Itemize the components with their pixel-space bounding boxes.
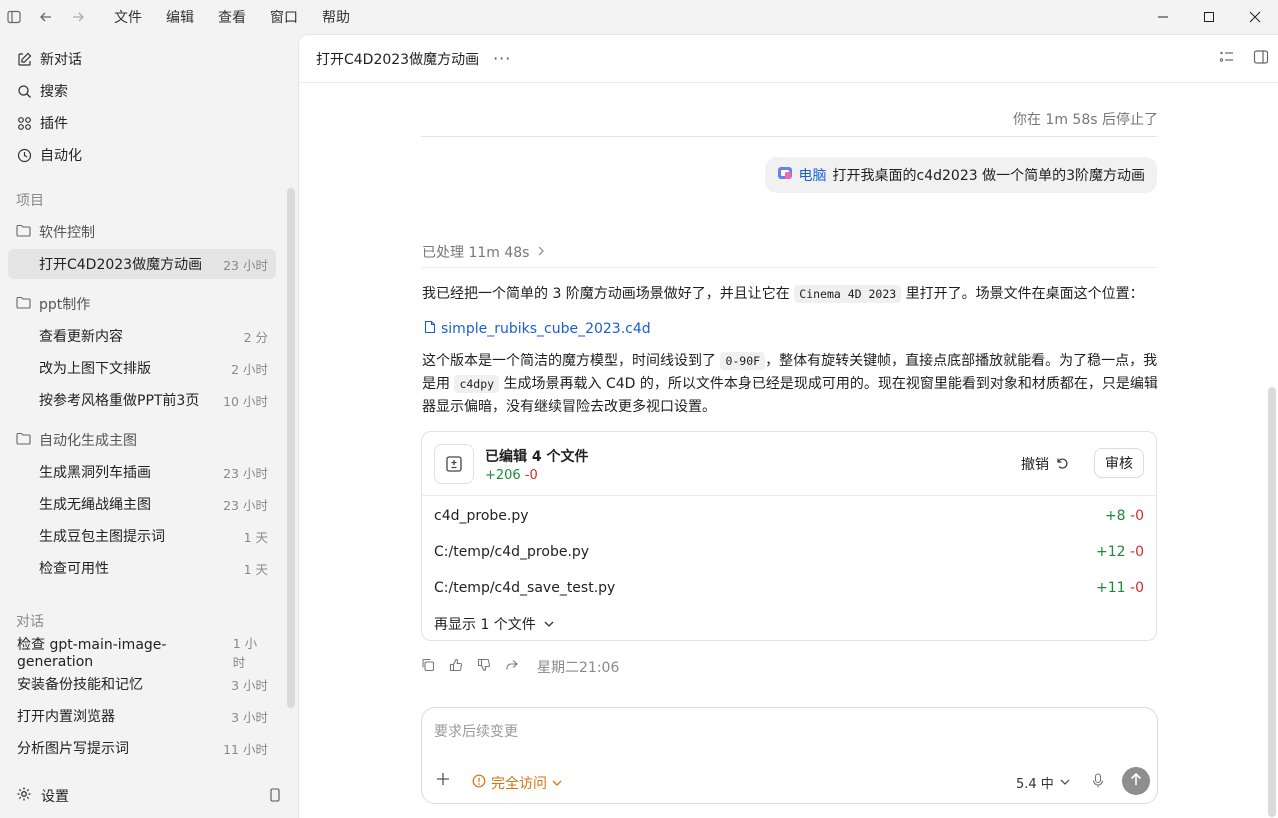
menu-file[interactable]: 文件 [102,7,154,27]
menu-bar: 文件 编辑 查看 窗口 帮助 [102,7,362,27]
sidebar-item-check-updates[interactable]: 查看更新内容 2 分 [8,321,276,351]
edited-files-stats: +206 -0 [485,468,538,483]
plugins-icon [16,115,32,131]
inline-code: 0-90F [720,352,766,370]
folder-icon [16,224,31,241]
undo-icon [1055,456,1068,473]
title-bar: 文件 编辑 查看 窗口 帮助 [0,0,1278,34]
sidebar-item-redo-ppt[interactable]: 按参考风格重做PPT前3页 10 小时 [8,385,276,415]
user-message-bubble: 电脑 打开我桌面的c4d2023 做一个简单的3阶魔方动画 [764,157,1157,193]
assistant-paragraph-1: 我已经把一个简单的 3 阶魔方动画场景做好了，并且让它在 Cinema 4D 2… [422,285,1144,303]
conversation-item[interactable]: 打开内置浏览器 3 小时 [8,701,276,731]
arrow-up-icon [1130,772,1142,790]
diff-icon [434,444,474,484]
file-link[interactable]: simple_rubiks_cube_2023.c4d [424,320,651,338]
file-icon [424,320,436,338]
forward-arrow-icon[interactable] [66,5,90,29]
maximize-button[interactable] [1186,0,1232,34]
search-button[interactable]: 搜索 [16,79,68,103]
projects-section-label: 项目 [16,193,44,209]
microphone-icon[interactable] [1092,773,1104,792]
menu-window[interactable]: 窗口 [258,7,310,27]
composer-input[interactable]: 要求后续变更 [434,721,518,741]
copy-icon[interactable] [421,658,435,676]
review-button[interactable]: 审核 [1094,448,1144,478]
main-scrollbar[interactable] [1268,387,1276,817]
divider [421,136,1157,137]
chevron-down-icon [1060,775,1070,790]
new-chat-button[interactable]: 新对话 [16,47,82,71]
clock-icon [16,147,32,163]
access-mode-dropdown[interactable]: 完全访问 [472,773,562,793]
share-icon[interactable] [505,658,519,676]
message-actions: 星期二21:06 [421,657,619,677]
menu-view[interactable]: 查看 [206,7,258,27]
main-panel: 打开C4D2023做魔方动画 ··· 你在 1m 58s 后停止了 电脑 打开我… [298,34,1278,818]
inline-code: c4dpy [454,375,500,393]
send-button[interactable] [1122,767,1150,795]
divider [421,267,1157,268]
message-composer: 要求后续变更 完全访问 5.4 中 [421,707,1158,804]
conversation-item[interactable]: 安装备份技能和记忆 3 小时 [8,669,276,699]
conversation-header: 打开C4D2023做魔方动画 ··· [299,35,1278,83]
assistant-paragraph-2: 这个版本是一个简洁的魔方模型，时间线设到了 0-90F ，整体有旋转关键帧，直接点… [422,352,1158,415]
conversation-item[interactable]: 分析图片写提示词 11 小时 [8,733,276,763]
sidebar: 新对话 搜索 插件 自动化 项目 软件控制 打开C4D2023做魔方动画 23 … [0,34,298,818]
edited-file-row[interactable]: C:/temp/c4d_save_test.py +11 -0 [434,580,1144,596]
inline-code: Cinema 4D 2023 [794,285,902,303]
conversations-section-label: 对话 [16,614,44,630]
back-arrow-icon[interactable] [34,5,58,29]
gear-icon [16,786,32,806]
sidebar-scrollbar[interactable] [287,188,295,708]
warning-icon [472,774,486,792]
sidebar-item-battle-rope[interactable]: 生成无绳战绳主图 23 小时 [8,489,276,519]
automation-button[interactable]: 自动化 [16,143,82,167]
thumbs-up-icon[interactable] [449,658,463,676]
project-folder-software-control[interactable]: 软件控制 [16,222,95,242]
mobile-device-icon[interactable] [270,788,280,806]
minimize-button[interactable] [1140,0,1186,34]
chevron-down-icon [544,616,554,632]
menu-help[interactable]: 帮助 [310,7,362,27]
user-message-tag: 电脑 [798,168,827,184]
project-folder-auto-images[interactable]: 自动化生成主图 [16,430,137,450]
computer-tool-icon [777,165,793,185]
plugins-button[interactable]: 插件 [16,111,68,135]
project-folder-ppt[interactable]: ppt制作 [16,294,90,314]
list-toggle-icon[interactable] [1219,49,1235,69]
folder-icon [16,296,31,313]
close-button[interactable] [1232,0,1278,34]
add-attachment-icon[interactable] [436,772,450,790]
folder-icon [16,432,31,449]
page-title: 打开C4D2023做魔方动画 [316,51,480,68]
edited-file-row[interactable]: C:/temp/c4d_probe.py +12 -0 [434,544,1144,560]
edited-files-card: 已编辑 4 个文件 +206 -0 撤销 审核 c4d_probe.py +8 … [421,431,1157,641]
panel-toggle-icon[interactable] [1253,49,1269,69]
undo-button[interactable]: 撤销 [1021,454,1068,474]
edit-icon [16,51,32,67]
message-timestamp: 星期二21:06 [537,660,620,676]
settings-button[interactable]: 设置 [16,786,69,806]
thumbs-down-icon[interactable] [477,658,491,676]
sidebar-item-availability[interactable]: 检查可用性 1 天 [8,553,276,583]
sidebar-item-doubao-prompt[interactable]: 生成豆包主图提示词 1 天 [8,521,276,551]
user-message-text: 打开我桌面的c4d2023 做一个简单的3阶魔方动画 [832,168,1145,184]
more-options-icon[interactable]: ··· [493,49,511,68]
chevron-down-icon [552,775,562,791]
edited-files-title: 已编辑 4 个文件 [485,449,589,465]
menu-edit[interactable]: 编辑 [154,7,206,27]
model-selector[interactable]: 5.4 中 [1016,773,1070,792]
conversation-item[interactable]: 检查 gpt-main-image-generation 1 小时 [8,636,276,670]
sidebar-toggle-icon[interactable] [2,5,26,29]
stopped-notice: 你在 1m 58s 后停止了 [1012,112,1158,128]
edited-file-row[interactable]: c4d_probe.py +8 -0 [434,508,1144,524]
sidebar-item-c4d-cube[interactable]: 打开C4D2023做魔方动画 23 小时 [8,249,276,279]
show-more-files-button[interactable]: 再显示 1 个文件 [434,614,554,634]
processed-toggle[interactable]: 已处理 11m 48s [422,242,545,262]
chevron-right-icon [537,244,545,260]
sidebar-item-layout[interactable]: 改为上图下文排版 2 小时 [8,353,276,383]
sidebar-item-blackhole[interactable]: 生成黑洞列车插画 23 小时 [8,457,276,487]
search-icon [16,83,32,99]
